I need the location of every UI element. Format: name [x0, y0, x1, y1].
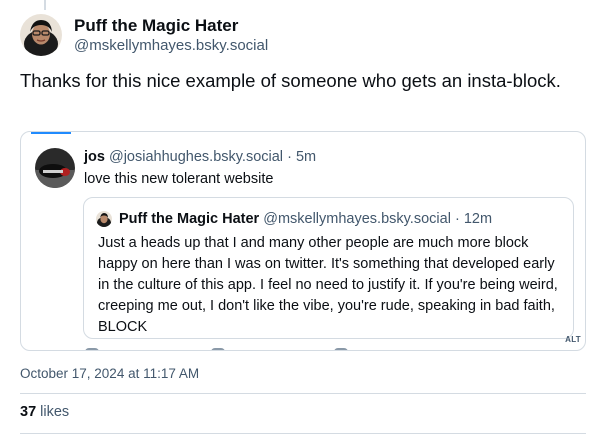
quote-author-handle[interactable]: @josiahhughes.bsky.social — [109, 149, 283, 165]
likes-label: likes — [40, 404, 70, 420]
likes-number: 37 — [20, 404, 37, 420]
nested-quote-text: Just a heads up that I and many other pe… — [98, 235, 558, 335]
quote-author-name[interactable]: jos — [84, 149, 105, 165]
author-display-name[interactable]: Puff the Magic Hater — [74, 15, 268, 36]
quote-avatar[interactable] — [35, 148, 75, 188]
post-text: Thanks for this nice example of someone … — [20, 70, 561, 91]
nested-quote-author-name[interactable]: Puff the Magic Hater — [119, 211, 259, 227]
alt-text-badge[interactable]: ALT — [565, 335, 581, 344]
quote-accent-bar — [31, 132, 71, 134]
reply-icon[interactable] — [85, 348, 99, 350]
quote-dot-separator: · — [287, 149, 292, 165]
quote-time-ago[interactable]: 5m — [296, 149, 316, 165]
quote-meta: jos @josiahhughes.bsky.social · 5m — [84, 148, 316, 167]
thread-connector-line — [44, 0, 46, 10]
nested-quote-time-ago[interactable]: 12m — [464, 211, 492, 227]
nested-quote-avatar[interactable] — [96, 211, 112, 227]
nested-quoted-post[interactable]: Puff the Magic Hater @mskellymhayes.bsky… — [83, 197, 574, 339]
like-icon[interactable] — [334, 348, 348, 350]
divider-top — [20, 393, 586, 394]
likes-count[interactable]: 37 likes — [20, 404, 69, 420]
repost-icon[interactable] — [211, 348, 225, 350]
nested-quote-author-handle[interactable]: @mskellymhayes.bsky.social — [263, 211, 451, 227]
divider-bottom — [20, 433, 586, 434]
avatar[interactable] — [20, 14, 62, 56]
post-header: Puff the Magic Hater @mskellymhayes.bsky… — [20, 14, 268, 56]
nested-quote-dot-separator: · — [454, 211, 460, 227]
quote-actions-peek — [21, 346, 585, 350]
author-handle[interactable]: @mskellymhayes.bsky.social — [74, 36, 268, 56]
post-timestamp[interactable]: October 17, 2024 at 11:17 AM — [20, 366, 199, 381]
quote-text: love this new tolerant website — [84, 171, 274, 187]
nested-quote-meta: Puff the Magic Hater @mskellymhayes.bsky… — [119, 210, 492, 229]
quoted-post[interactable]: jos @josiahhughes.bsky.social · 5m love … — [20, 131, 586, 351]
